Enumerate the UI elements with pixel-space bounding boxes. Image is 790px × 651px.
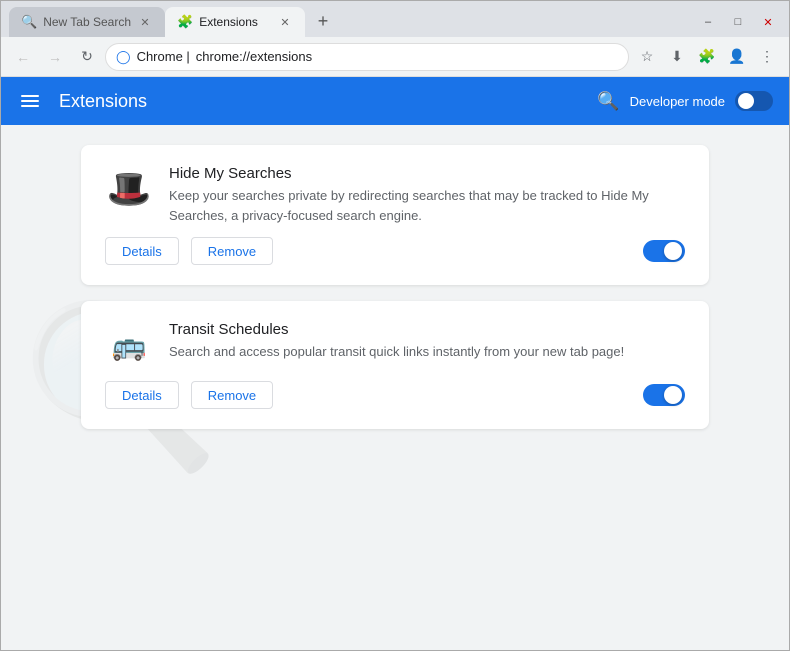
browser-window: 🔍 New Tab Search ✕ 🧩 Extensions ✕ + – □ …	[0, 0, 790, 651]
developer-mode-label: Developer mode	[630, 94, 725, 109]
transit-schedules-icon-wrap: 🚌	[105, 321, 153, 369]
hide-my-searches-remove-button[interactable]: Remove	[191, 237, 273, 265]
tab-new-tab-search[interactable]: 🔍 New Tab Search ✕	[9, 7, 165, 37]
hide-my-searches-icon: 🎩	[107, 168, 152, 210]
address-url: chrome://extensions	[196, 49, 312, 64]
navigation-bar: ← → ↻ ◯ Chrome | chrome://extensions ☆ ⬇…	[1, 37, 789, 77]
chrome-icon: ◯	[116, 49, 131, 65]
hide-my-searches-name: Hide My Searches	[169, 165, 685, 182]
extensions-puzzle-button[interactable]: 🧩	[693, 43, 721, 71]
transit-schedules-toggle[interactable]	[643, 384, 685, 406]
search-extensions-icon[interactable]: 🔍	[597, 91, 619, 112]
tab-extensions[interactable]: 🧩 Extensions ✕	[165, 7, 305, 37]
transit-schedules-name: Transit Schedules	[169, 321, 685, 338]
maximize-button[interactable]: □	[725, 13, 751, 31]
transit-schedules-icon: 🚌	[112, 329, 147, 362]
transit-schedules-toggle-knob	[664, 386, 682, 404]
transit-schedules-desc: Search and access popular transit quick …	[169, 342, 685, 362]
address-prefix: Chrome |	[137, 49, 190, 64]
hide-my-searches-info: Hide My Searches Keep your searches priv…	[169, 165, 685, 225]
menu-button[interactable]: ⋮	[753, 43, 781, 71]
tab-extensions-label: Extensions	[199, 15, 271, 29]
close-button[interactable]: ✕	[755, 13, 781, 31]
developer-mode-toggle[interactable]	[735, 91, 773, 111]
bookmark-button[interactable]: ☆	[633, 43, 661, 71]
hide-my-searches-icon-wrap: 🎩	[105, 165, 153, 213]
hide-my-searches-toggle-wrap	[643, 240, 685, 262]
dev-mode-section: 🔍 Developer mode	[597, 91, 773, 112]
ext-card-top-2: 🚌 Transit Schedules Search and access po…	[105, 321, 685, 369]
transit-schedules-toggle-wrap	[643, 384, 685, 406]
hide-my-searches-desc: Keep your searches private by redirectin…	[169, 186, 685, 225]
extensions-header: Extensions 🔍 Developer mode	[1, 77, 789, 125]
hamburger-line-1	[21, 95, 39, 97]
tab-search-icon: 🔍	[21, 14, 37, 30]
minimize-button[interactable]: –	[695, 13, 721, 31]
forward-button[interactable]: →	[41, 43, 69, 71]
toggle-knob	[738, 93, 754, 109]
profile-button[interactable]: 👤	[723, 43, 751, 71]
hamburger-line-3	[21, 105, 39, 107]
hide-my-searches-toggle[interactable]	[643, 240, 685, 262]
transit-schedules-remove-button[interactable]: Remove	[191, 381, 273, 409]
extension-card-transit-schedules: 🚌 Transit Schedules Search and access po…	[81, 301, 709, 429]
title-bar: 🔍 New Tab Search ✕ 🧩 Extensions ✕ + – □ …	[1, 1, 789, 37]
ext-card-bottom-2: Details Remove	[105, 381, 685, 409]
hide-my-searches-details-button[interactable]: Details	[105, 237, 179, 265]
hamburger-menu-button[interactable]	[17, 91, 43, 111]
downloads-button[interactable]: ⬇	[663, 43, 691, 71]
tab-new-tab-search-close[interactable]: ✕	[137, 14, 153, 30]
transit-schedules-details-button[interactable]: Details	[105, 381, 179, 409]
extension-card-hide-my-searches: 🎩 Hide My Searches Keep your searches pr…	[81, 145, 709, 285]
reload-button[interactable]: ↻	[73, 43, 101, 71]
hamburger-line-2	[21, 100, 39, 102]
back-button[interactable]: ←	[9, 43, 37, 71]
window-controls: – □ ✕	[695, 13, 781, 31]
extensions-title: Extensions	[59, 91, 147, 112]
tab-extensions-icon: 🧩	[177, 14, 193, 30]
extensions-content: 🔍 FISH.COM 🎩 Hide My Searches Keep your …	[1, 125, 789, 650]
nav-actions: ☆ ⬇ 🧩 👤 ⋮	[633, 43, 781, 71]
ext-card-top-1: 🎩 Hide My Searches Keep your searches pr…	[105, 165, 685, 225]
transit-schedules-info: Transit Schedules Search and access popu…	[169, 321, 685, 362]
tab-extensions-close[interactable]: ✕	[277, 14, 293, 30]
hide-my-searches-toggle-knob	[664, 242, 682, 260]
ext-card-bottom-1: Details Remove	[105, 237, 685, 265]
new-tab-button[interactable]: +	[309, 7, 337, 35]
address-bar[interactable]: ◯ Chrome | chrome://extensions	[105, 43, 629, 71]
tab-new-tab-search-label: New Tab Search	[43, 15, 131, 29]
